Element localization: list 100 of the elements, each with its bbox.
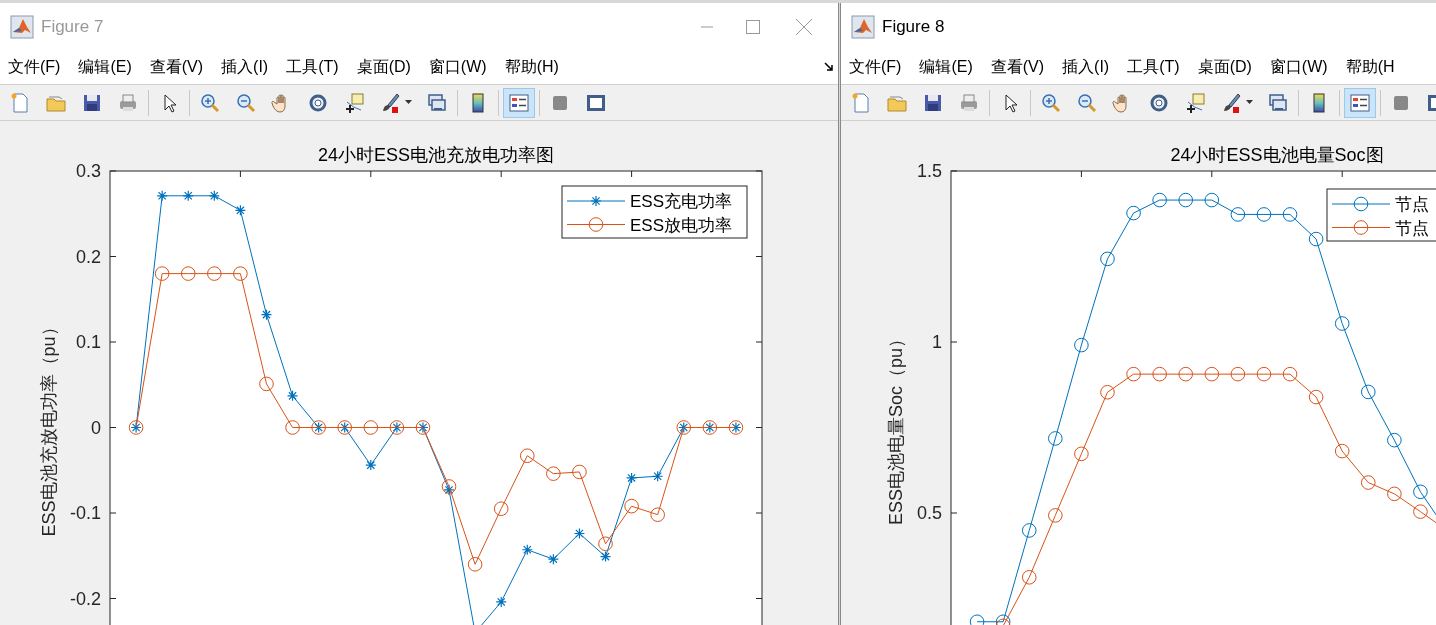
- legend-label: 节点: [1395, 218, 1429, 238]
- data-point: [233, 266, 248, 281]
- linked-windows-icon: [426, 91, 448, 114]
- data-point: [1100, 384, 1115, 400]
- menu-item[interactable]: 帮助(H: [1345, 55, 1395, 79]
- legend-label: 节点: [1395, 195, 1429, 214]
- axis-tick-label: 0: [91, 417, 101, 438]
- data-point: [493, 501, 509, 517]
- new-file-icon: [9, 91, 31, 114]
- data-point: [1048, 508, 1063, 523]
- data-point: [1204, 192, 1220, 208]
- menu-item[interactable]: 桌面(D): [356, 55, 411, 79]
- data-point: [546, 466, 561, 481]
- data-point: [652, 470, 664, 482]
- data-point: [154, 266, 170, 281]
- data-point: [1126, 366, 1141, 382]
- data-point: [1413, 504, 1428, 519]
- menu-item[interactable]: 文件(F): [8, 55, 61, 79]
- data-point: [1361, 475, 1376, 490]
- axis-tick-label: 0.5: [916, 503, 942, 523]
- data-point: [1256, 207, 1272, 222]
- data-point: [1361, 384, 1376, 400]
- data-point: [1178, 366, 1193, 382]
- data-point: [441, 479, 457, 494]
- menu-item[interactable]: 工具(T): [286, 55, 339, 79]
- data-point: [521, 544, 533, 556]
- data-point: [572, 464, 587, 480]
- legend-icon: [508, 91, 530, 114]
- minimize-icon: [701, 25, 713, 28]
- menu-item[interactable]: 文件(F): [849, 55, 902, 79]
- data-point: [1230, 207, 1246, 222]
- data-point: [626, 472, 638, 484]
- data-point: [624, 498, 639, 514]
- axis-tick-label: 1: [932, 332, 942, 352]
- printer-icon: [117, 91, 139, 114]
- new-file-icon: [850, 91, 872, 114]
- menu-item[interactable]: 插入(I): [1062, 55, 1110, 79]
- data-point: [598, 536, 613, 552]
- dock-arrow-icon[interactable]: [824, 62, 834, 72]
- data-point: [1387, 486, 1402, 502]
- menu-item[interactable]: 查看(V): [149, 55, 204, 79]
- window-title: Figure 7: [41, 15, 104, 38]
- data-point: [495, 596, 507, 608]
- menu-item[interactable]: 编辑(E): [919, 55, 973, 79]
- data-point: [1256, 366, 1272, 382]
- data-point: [573, 527, 586, 540]
- data-point: [1021, 523, 1037, 538]
- data-point: [1074, 446, 1089, 462]
- data-point: [1048, 431, 1063, 446]
- data-point: [650, 507, 665, 522]
- menu-item[interactable]: 工具(T): [1127, 55, 1180, 79]
- data-point: [1282, 207, 1298, 222]
- chart-title: 24小时ESS电池充放电功率图: [318, 145, 554, 165]
- legend-button[interactable]: [503, 87, 535, 118]
- legend-label: ESS充电功率: [630, 192, 733, 211]
- data-point: [599, 551, 612, 563]
- data-point: [365, 459, 377, 471]
- data-point: [1334, 443, 1350, 459]
- menu-item[interactable]: 窗口(W): [428, 55, 487, 79]
- axis-title: ESS电池电量Soc（pu）: [886, 329, 906, 526]
- menu-item[interactable]: 窗口(W): [1269, 55, 1328, 79]
- axis-tick-label: 0.3: [75, 161, 101, 181]
- printer-icon: [958, 91, 980, 114]
- axis-tick-label: -0.2: [69, 588, 101, 609]
- axis-tick-label: 1.5: [916, 161, 942, 181]
- menu-item[interactable]: 桌面(D): [1197, 55, 1252, 79]
- zoom-in-icon: [1040, 91, 1062, 114]
- axis-tick-label: 0.1: [75, 332, 101, 352]
- data-point: [443, 484, 455, 496]
- zoom-out-icon: [1076, 91, 1098, 114]
- app-logo-icon: [10, 14, 34, 39]
- data-tip-icon: [343, 91, 365, 114]
- legend-button[interactable]: [1344, 87, 1376, 118]
- menu-item[interactable]: 帮助(H): [504, 55, 559, 79]
- data-point: [285, 420, 300, 435]
- data-point: [1282, 366, 1298, 382]
- data-point: [1308, 389, 1324, 405]
- data-point: [1100, 251, 1115, 267]
- data-point: [207, 266, 222, 281]
- data-point: [286, 390, 299, 402]
- zoom-in-icon: [199, 91, 221, 114]
- data-point: [1152, 192, 1167, 208]
- data-point: [1021, 570, 1037, 585]
- data-point: [180, 266, 196, 281]
- linked-windows-icon: [1267, 91, 1289, 114]
- data-point: [1126, 205, 1141, 221]
- menu-item[interactable]: 插入(I): [221, 55, 269, 79]
- close-icon: [796, 18, 812, 35]
- data-point: [156, 190, 168, 202]
- axis-tick-label: 0.2: [75, 246, 101, 267]
- menu-item[interactable]: 查看(V): [990, 55, 1045, 79]
- axis-title: ESS电池充放电功率（pu）: [39, 318, 59, 537]
- data-point: [1178, 192, 1193, 208]
- window-title: Figure 8: [882, 15, 945, 38]
- menu-item[interactable]: 编辑(E): [78, 55, 132, 79]
- legend-icon: [1349, 91, 1371, 114]
- data-point: [234, 204, 246, 216]
- data-tip-icon: [1184, 91, 1206, 114]
- axis-tick-label: -0.1: [69, 503, 101, 523]
- caret-icon: [405, 100, 412, 105]
